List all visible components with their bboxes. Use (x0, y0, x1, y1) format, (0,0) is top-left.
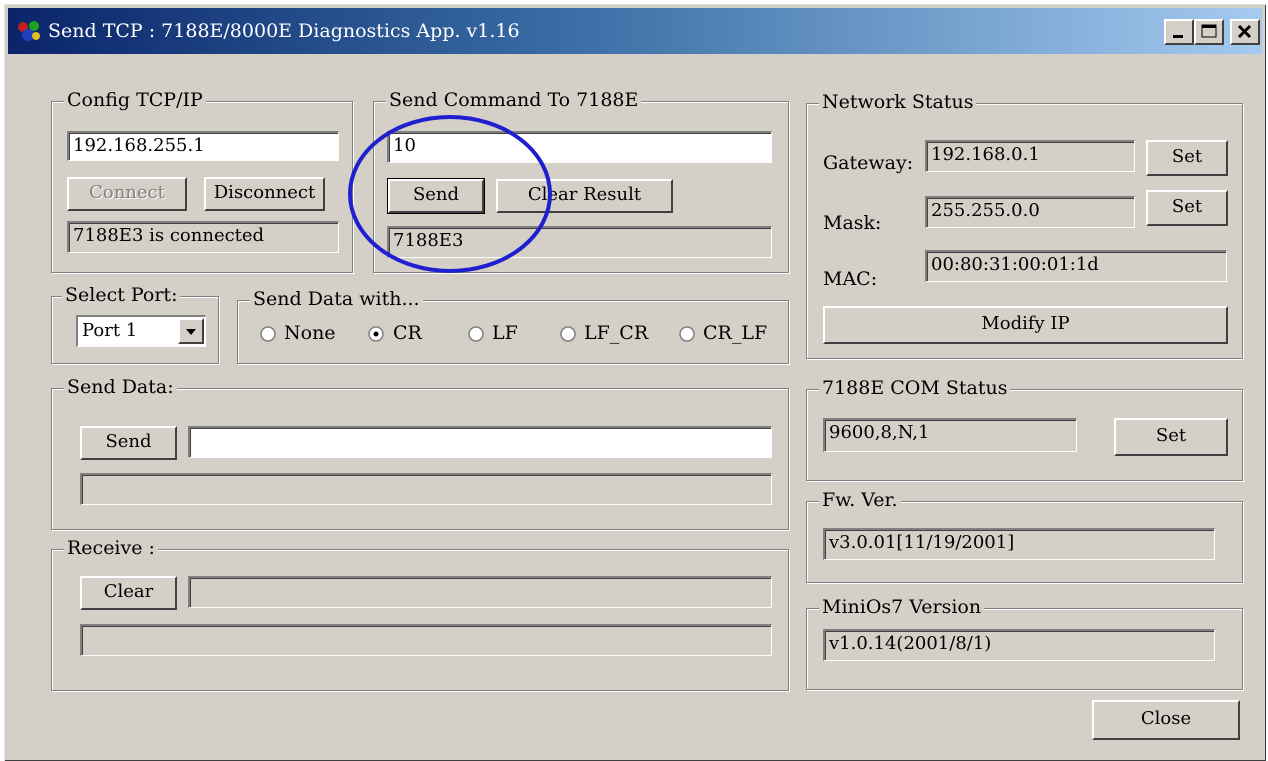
app-icon (18, 21, 40, 41)
modify-ip-button[interactable]: Modify IP (823, 306, 1228, 344)
mask-label: Mask: (823, 212, 882, 234)
radio-lf-label: LF (492, 322, 518, 344)
title-bar[interactable]: Send TCP : 7188E/8000E Diagnostics App. … (8, 8, 1262, 54)
radio-lf-icon (468, 326, 484, 342)
config-tcpip-label: Config TCP/IP (64, 89, 206, 111)
fw-version-value: v3.0.01[11/19/2001] (823, 528, 1215, 560)
com-status-label: 7188E COM Status (819, 377, 1011, 399)
radio-cr-label: CR (393, 322, 422, 344)
window-title: Send TCP : 7188E/8000E Diagnostics App. … (48, 20, 520, 42)
maximize-button[interactable] (1194, 19, 1224, 45)
highlight-circle (348, 115, 552, 273)
radio-lf-cr-icon (560, 326, 576, 342)
mac-label: MAC: (823, 268, 878, 290)
connection-status: 7188E3 is connected (67, 221, 339, 253)
radio-none-label: None (284, 322, 336, 344)
port-selected-value: Port 1 (82, 320, 138, 341)
send-with-label: Send Data with... (250, 288, 423, 310)
receive-output (188, 576, 772, 608)
maximize-icon (1201, 24, 1217, 38)
port-select[interactable]: Port 1 (76, 315, 206, 347)
minimize-button[interactable] (1164, 19, 1194, 45)
close-window-button[interactable] (1230, 19, 1260, 45)
mask-value: 255.255.0.0 (925, 196, 1135, 228)
send-data-status (80, 473, 772, 505)
minios-version-value: v1.0.14(2001/8/1) (823, 629, 1215, 661)
receive-group: Receive : (51, 537, 789, 691)
network-status-label: Network Status (819, 91, 977, 113)
mac-value: 00:80:31:00:01:1d (925, 250, 1227, 282)
gateway-value: 192.168.0.1 (925, 140, 1135, 172)
gateway-set-button[interactable]: Set (1146, 140, 1228, 176)
minios-version-label: MiniOs7 Version (819, 596, 985, 618)
radio-cr-lf-icon (679, 326, 695, 342)
com-status-value: 9600,8,N,1 (823, 418, 1077, 452)
radio-cr-icon (368, 326, 384, 342)
radio-none-icon (260, 326, 276, 342)
port-dropdown-button[interactable] (178, 318, 204, 344)
send-data-button[interactable]: Send (80, 426, 177, 460)
connect-button[interactable]: Connect (67, 177, 187, 211)
minimize-icon (1173, 35, 1183, 38)
chevron-down-icon (186, 329, 196, 335)
send-data-label: Send Data: (64, 376, 177, 398)
close-button[interactable]: Close (1092, 700, 1240, 740)
app-window: Send TCP : 7188E/8000E Diagnostics App. … (4, 4, 1266, 761)
send-data-input[interactable] (188, 426, 772, 458)
select-port-label: Select Port: (62, 284, 181, 306)
mask-set-button[interactable]: Set (1146, 190, 1228, 226)
close-icon (1237, 24, 1252, 39)
ip-address-input[interactable]: 192.168.255.1 (67, 131, 339, 161)
fw-version-label: Fw. Ver. (819, 489, 901, 511)
radio-lf-cr-label: LF_CR (584, 322, 649, 344)
gateway-label: Gateway: (823, 152, 914, 174)
com-set-button[interactable]: Set (1114, 418, 1228, 456)
clear-receive-button[interactable]: Clear (80, 576, 177, 610)
disconnect-button[interactable]: Disconnect (204, 177, 325, 211)
receive-label: Receive : (64, 537, 158, 559)
radio-cr-lf-label: CR_LF (703, 322, 768, 344)
receive-data (80, 624, 772, 656)
